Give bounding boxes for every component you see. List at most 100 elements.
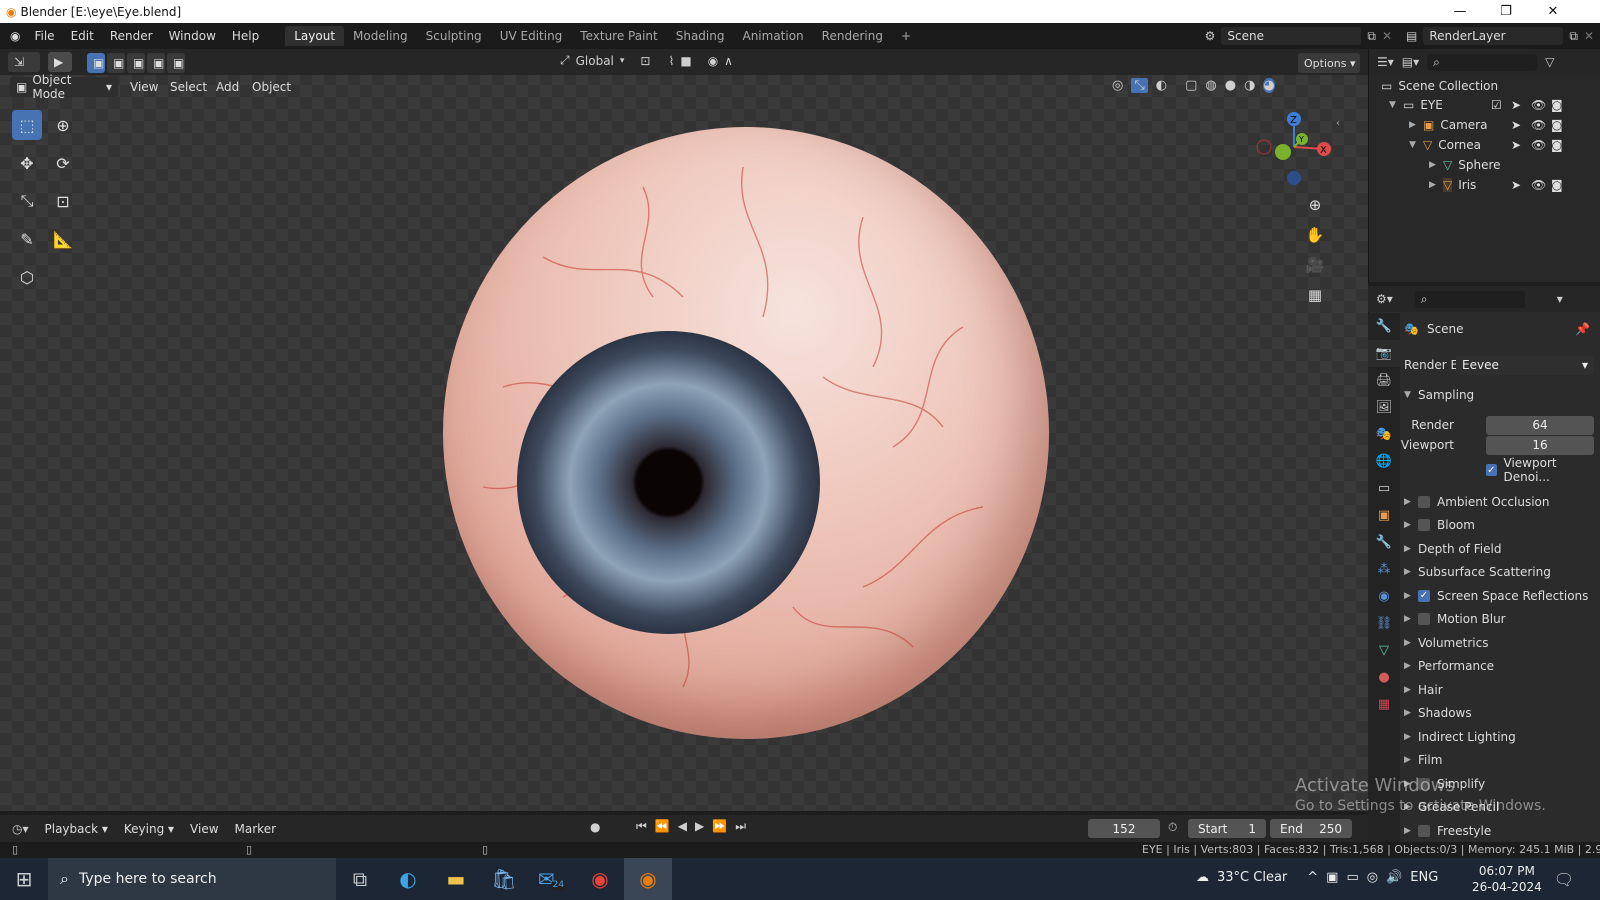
solid-shading-icon[interactable]: ● xyxy=(1225,78,1236,93)
checkbox-icon[interactable] xyxy=(1418,824,1430,837)
tool-tab-icon[interactable]: 🔧 xyxy=(1368,313,1400,340)
texture-tab-icon[interactable]: ▦ xyxy=(1368,691,1400,718)
play-icon[interactable]: ▶ xyxy=(695,819,704,834)
start-frame-field[interactable]: Start 1 xyxy=(1188,819,1266,838)
panel-shadows[interactable]: ▶ Shadows xyxy=(1404,702,1594,726)
data-tab-icon[interactable]: ▽ xyxy=(1368,637,1400,664)
clock[interactable]: 06:07 PM 26-04-2024 xyxy=(1472,863,1542,895)
expand-arrow-icon[interactable]: ▶ xyxy=(1404,685,1418,695)
panel-subsurface-scattering[interactable]: ▶ Subsurface Scattering xyxy=(1404,561,1594,585)
select-arrow-icon[interactable]: ➤ xyxy=(1511,98,1521,112)
select-extend-icon[interactable]: ▣ xyxy=(107,53,125,73)
jump-start-icon[interactable]: ⏮ xyxy=(636,819,647,834)
outliner-editor-icon[interactable]: ☰▾ xyxy=(1377,55,1394,69)
menu-help[interactable]: Help xyxy=(224,29,267,43)
scene-selector[interactable]: Scene xyxy=(1221,27,1362,45)
move-icon[interactable]: ✥ xyxy=(12,148,42,178)
render-camera-icon[interactable]: ◙ xyxy=(1551,138,1563,152)
collection-checkbox-icon[interactable]: ☑ xyxy=(1491,98,1502,112)
panel-freestyle[interactable]: ▶ Freestyle xyxy=(1404,819,1594,843)
menu-window[interactable]: Window xyxy=(161,29,224,43)
tab-rendering[interactable]: Rendering xyxy=(813,26,892,46)
render-layer-icon[interactable]: ▤ xyxy=(1406,29,1417,43)
panel-film[interactable]: ▶ Film xyxy=(1404,749,1594,773)
expand-arrow-icon[interactable]: ▶ xyxy=(1404,520,1418,530)
timeline-editor-icon[interactable]: ◷▾ xyxy=(12,822,29,836)
camera-view-icon[interactable]: 🎥 xyxy=(1302,252,1328,278)
expand-arrow-icon[interactable]: ▶ xyxy=(1404,591,1418,601)
eye-visibility-icon[interactable]: 👁 xyxy=(1531,178,1546,192)
checkbox-icon[interactable]: ✓ xyxy=(1486,464,1497,476)
pivot-icon[interactable]: ⊡ xyxy=(640,54,650,68)
panel-motion-blur[interactable]: ▶ Motion Blur xyxy=(1404,608,1594,632)
menu-object[interactable]: Object xyxy=(244,80,299,94)
outliner-item-iris[interactable]: ▶ ▽ Iris ➤ 👁 ◙ xyxy=(1369,175,1600,195)
menu-file[interactable]: File xyxy=(26,29,62,43)
select-intersect-icon[interactable]: ▣ xyxy=(167,53,185,73)
tab-sculpting[interactable]: Sculpting xyxy=(417,26,491,46)
close-icon[interactable]: ✕ xyxy=(1530,0,1576,23)
constraints-tab-icon[interactable]: ⛓ xyxy=(1368,610,1400,637)
chrome-icon[interactable]: ◉ xyxy=(576,858,624,900)
viewport-denoise-row[interactable]: ✓ Viewport Denoi... xyxy=(1404,456,1594,484)
outliner-item-sphere[interactable]: ▶ ▽ Sphere xyxy=(1369,155,1600,175)
eye-visibility-icon[interactable]: 👁 xyxy=(1531,138,1546,152)
select-arrow-icon[interactable]: ➤ xyxy=(1511,178,1521,192)
select-arrow-icon[interactable]: ➤ xyxy=(1511,138,1521,152)
rotate-icon[interactable]: ⟳ xyxy=(48,148,78,178)
edge-browser-icon[interactable]: ◐ xyxy=(384,858,432,900)
sampling-panel-header[interactable]: ▼ Sampling xyxy=(1404,384,1594,406)
snap-icon[interactable]: ⌇ xyxy=(668,54,674,68)
expand-arrow-icon[interactable]: ▶ xyxy=(1404,544,1418,554)
scene-icon[interactable]: ⚙ xyxy=(1205,29,1216,43)
properties-editor-icon[interactable]: ⚙▾ xyxy=(1376,292,1393,306)
scale-icon[interactable]: ⤡ xyxy=(12,186,42,216)
eye-visibility-icon[interactable]: 👁 xyxy=(1531,98,1546,112)
expand-arrow-icon[interactable]: ▶ xyxy=(1404,638,1418,648)
tab-layout[interactable]: Layout xyxy=(285,26,345,46)
expand-arrow-icon[interactable]: ▶ xyxy=(1404,614,1418,624)
panel-bloom[interactable]: ▶ Bloom xyxy=(1404,514,1594,538)
language-indicator[interactable]: ENG xyxy=(1410,870,1438,885)
jump-end-icon[interactable]: ⏭ xyxy=(735,819,746,834)
expand-arrow-icon[interactable]: ▶ xyxy=(1404,732,1418,742)
select-arrow-icon[interactable]: ➤ xyxy=(1511,118,1521,132)
menu-edit[interactable]: Edit xyxy=(63,29,102,43)
chevron-down-icon[interactable]: ▾ xyxy=(1557,292,1563,306)
rendered-shading-icon[interactable]: ◕ xyxy=(1263,78,1275,93)
material-shading-icon[interactable]: ◑ xyxy=(1244,78,1255,93)
blender-menu-icon[interactable]: ◉ xyxy=(10,29,20,43)
outliner-item-camera[interactable]: ▶ ▣ Camera ➤ 👁 ◙ xyxy=(1369,115,1600,135)
ortho-grid-icon[interactable]: ▦ xyxy=(1302,282,1328,308)
tab-animation[interactable]: Animation xyxy=(733,26,812,46)
select-invert-icon[interactable]: ▣ xyxy=(147,53,165,73)
battery-icon[interactable]: ▭ xyxy=(1346,870,1358,885)
render-camera-icon[interactable]: ◙ xyxy=(1551,98,1563,112)
eye-visibility-icon[interactable]: 👁 xyxy=(1531,118,1546,132)
select-subtract-icon[interactable]: ▣ xyxy=(127,53,145,73)
tab-uv-editing[interactable]: UV Editing xyxy=(491,26,572,46)
falloff-icon[interactable]: ∧ xyxy=(724,54,733,68)
physics-tab-icon[interactable]: ◉ xyxy=(1368,583,1400,610)
next-keyframe-icon[interactable]: ⏩ xyxy=(712,819,727,834)
new-scene-icon[interactable]: ⧉ xyxy=(1367,29,1376,44)
task-view-icon[interactable]: ⧉ xyxy=(336,858,384,900)
material-tab-icon[interactable]: ● xyxy=(1368,664,1400,691)
network-icon[interactable]: ◎ xyxy=(1367,870,1378,885)
object-tab-icon[interactable]: ▣ xyxy=(1368,502,1400,529)
menu-render[interactable]: Render xyxy=(102,29,161,43)
annotate-icon[interactable]: ✎ xyxy=(12,224,42,254)
outliner-root[interactable]: ▭ Scene Collection xyxy=(1369,76,1600,96)
tab-texture-paint[interactable]: Texture Paint xyxy=(571,26,666,46)
menu-timeline-view[interactable]: View xyxy=(182,822,226,836)
menu-view[interactable]: View xyxy=(122,80,166,94)
menu-add[interactable]: Add xyxy=(208,80,247,94)
output-tab-icon[interactable]: 🖨 xyxy=(1368,367,1400,394)
visibility-icon[interactable]: ◎ xyxy=(1112,78,1123,93)
outliner-search-input[interactable]: ⌕ xyxy=(1427,53,1538,71)
blender-taskbar-icon[interactable]: ◉ xyxy=(624,858,672,900)
outliner-item-eye[interactable]: ▼ ▭ EYE ☑ ➤ 👁 ◙ xyxy=(1369,95,1600,115)
expand-arrow-icon[interactable]: ▶ xyxy=(1404,661,1418,671)
weather-icon[interactable]: ☁ xyxy=(1196,870,1209,885)
minimize-icon[interactable]: — xyxy=(1437,0,1483,23)
